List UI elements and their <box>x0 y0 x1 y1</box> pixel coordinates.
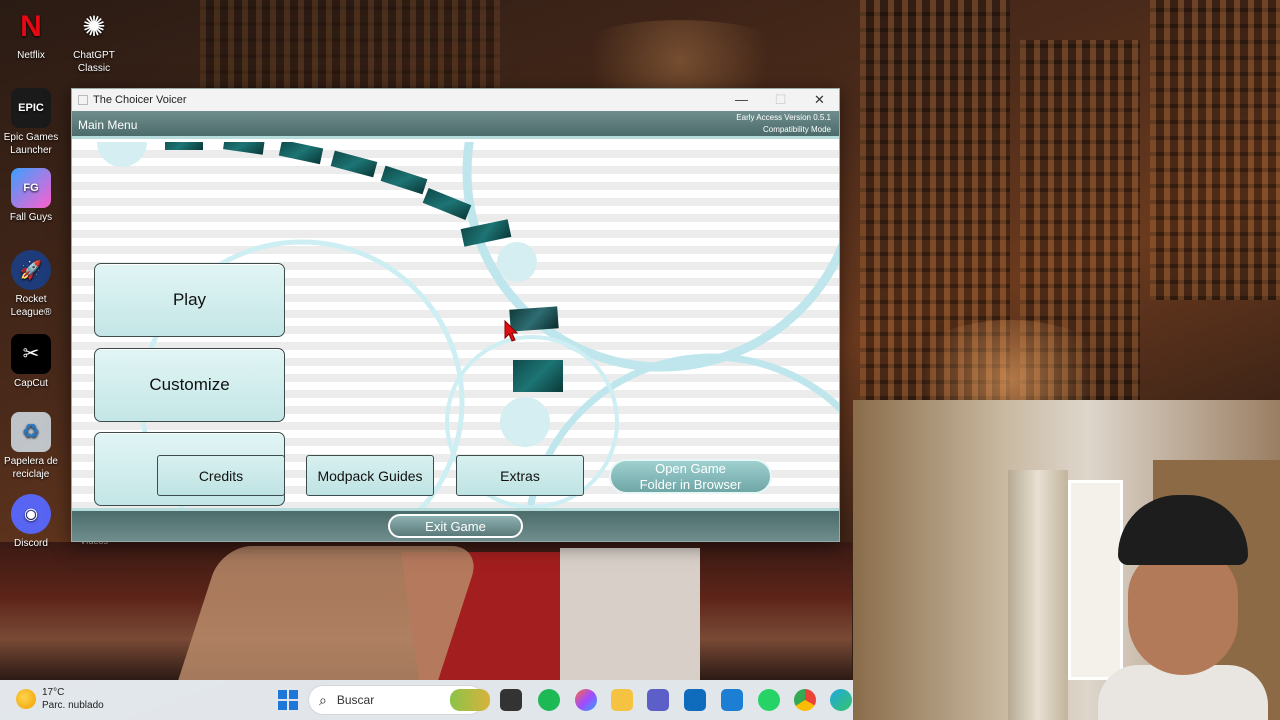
start-button[interactable] <box>278 690 298 710</box>
taskbar: 17°C Parc. nublado ⌕ Buscar <box>0 680 853 720</box>
window-titlebar[interactable]: The Choicer Voicer — ☐ ✕ <box>72 89 839 111</box>
widgets-icon[interactable] <box>450 689 490 711</box>
desktop-icon-label: Epic Games Launcher <box>3 132 59 156</box>
desktop-icon-discord[interactable]: ◉ Discord <box>0 494 62 550</box>
minimize-button[interactable]: — <box>722 92 761 108</box>
close-button[interactable]: ✕ <box>800 92 839 108</box>
chatgpt-icon: ✺ <box>82 10 106 42</box>
desktop-icon-label: Netflix <box>17 50 45 61</box>
open-folder-label-line1: Open Game <box>655 460 726 476</box>
floating-image-tile <box>165 142 203 150</box>
whatsapp-icon[interactable] <box>758 689 780 711</box>
search-placeholder: Buscar <box>336 693 375 707</box>
menu-title: Main Menu <box>78 118 138 132</box>
floating-image-tile <box>513 360 563 392</box>
open-game-folder-button[interactable]: Open Game Folder in Browser <box>609 459 772 494</box>
weather-condition: Parc. nublado <box>42 700 104 711</box>
desktop-icon-chatgpt[interactable]: ✺ ChatGPT Classic <box>63 6 125 75</box>
window-title: The Choicer Voicer <box>93 94 187 106</box>
desktop-icon-label: Discord <box>14 538 48 549</box>
file-explorer-icon[interactable] <box>611 689 633 711</box>
decor-dot <box>97 142 147 167</box>
extras-button[interactable]: Extras <box>456 455 584 496</box>
credits-button[interactable]: Credits <box>157 455 285 496</box>
webcam-overlay <box>853 400 1280 720</box>
search-icon: ⌕ <box>319 691 327 708</box>
menu-stage: Play Customize Settings <box>72 142 839 508</box>
menu-header: Main Menu Early Access Version 0.5.1 Com… <box>72 111 839 139</box>
exit-game-button[interactable]: Exit Game <box>388 514 523 538</box>
desktop-icon-label: Fall Guys <box>9 212 53 223</box>
desktop-icon-label: Papelera de reciclaje <box>4 456 58 480</box>
recycle-bin-icon: ♻ <box>11 412 51 452</box>
teams-icon[interactable] <box>647 689 669 711</box>
play-button[interactable]: Play <box>94 263 285 337</box>
weather-icon <box>16 689 36 709</box>
spotify-icon[interactable] <box>538 689 560 711</box>
webcam-curtain <box>1008 470 1068 720</box>
background-object <box>178 546 482 680</box>
person-face <box>1128 550 1238 675</box>
rocket-league-icon: 🚀 <box>11 250 51 290</box>
desktop-icon-label: CapCut <box>14 378 48 389</box>
wallpaper-building <box>1150 0 1280 300</box>
epic-games-icon: EPIC <box>11 88 51 128</box>
app-icon <box>78 95 88 105</box>
task-view-icon[interactable] <box>500 689 522 711</box>
desktop-icon-label: Rocket League® <box>10 294 52 318</box>
desktop-icon-epic-games[interactable]: EPIC Epic Games Launcher <box>0 88 62 157</box>
netflix-icon: N <box>20 9 42 43</box>
copilot-icon[interactable] <box>575 689 597 711</box>
mouse-cursor-icon <box>504 320 518 342</box>
app-window: The Choicer Voicer — ☐ ✕ Main Menu Early… <box>71 88 840 542</box>
weather-widget[interactable]: 17°C Parc. nublado <box>16 686 104 712</box>
desktop-icon-recycle-bin[interactable]: ♻ Papelera de reciclaje <box>0 412 62 481</box>
modpack-guides-button[interactable]: Modpack Guides <box>306 455 434 496</box>
desktop-icon-netflix[interactable]: N Netflix <box>0 6 62 62</box>
discord-icon: ◉ <box>11 494 51 534</box>
capcut-icon: ✂ <box>11 334 51 374</box>
compatibility-text: Compatibility Mode <box>762 125 831 134</box>
webcam-person <box>1098 495 1268 720</box>
version-info: Early Access Version 0.5.1 Compatibility… <box>736 112 831 136</box>
maximize-button[interactable]: ☐ <box>761 92 800 108</box>
edge-icon[interactable] <box>830 689 852 711</box>
desktop-icon-rocket-league[interactable]: 🚀 Rocket League® <box>0 250 62 319</box>
store-icon[interactable] <box>684 689 706 711</box>
decor-dot <box>497 242 537 282</box>
open-folder-label-line2: Folder in Browser <box>639 476 742 492</box>
desktop-icon-label: ChatGPT Classic <box>73 50 115 74</box>
outlook-icon[interactable] <box>721 689 743 711</box>
weather-temperature: 17°C <box>42 687 65 698</box>
person-cap <box>1118 495 1248 565</box>
desktop-icon-capcut[interactable]: ✂ CapCut <box>0 334 62 390</box>
windows-logo-icon <box>278 690 287 699</box>
customize-button[interactable]: Customize <box>94 348 285 422</box>
desktop-background-floor <box>0 542 852 680</box>
chrome-icon[interactable] <box>794 689 816 711</box>
background-object <box>560 548 700 680</box>
fall-guys-icon: FG <box>11 168 51 208</box>
desktop-icon-fall-guys[interactable]: FG Fall Guys <box>0 168 62 224</box>
version-text: Early Access Version 0.5.1 <box>736 113 831 122</box>
wallpaper-building <box>200 0 500 90</box>
decor-dot <box>500 397 550 447</box>
